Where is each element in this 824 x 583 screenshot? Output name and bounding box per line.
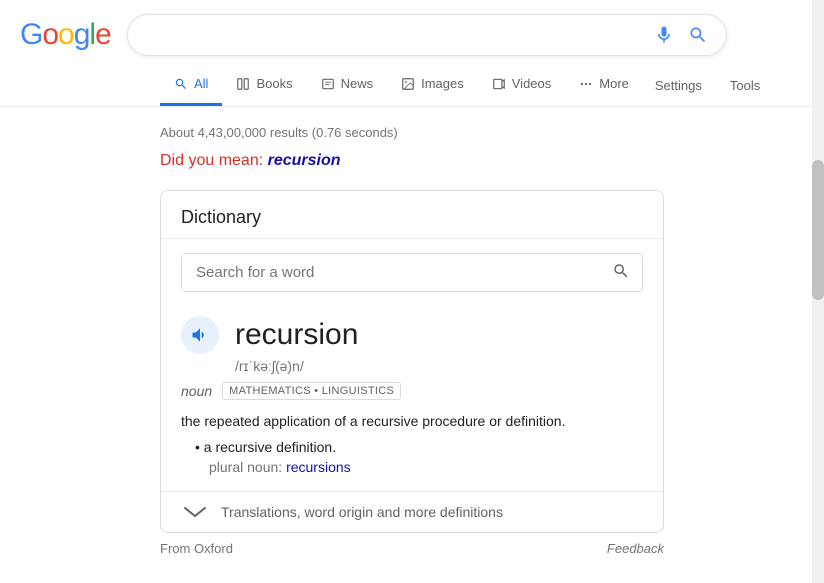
dictionary-search-row (181, 253, 643, 292)
search-input[interactable]: recursion (144, 26, 644, 44)
card-footer: From Oxford Feedback (160, 533, 664, 560)
nav-tabs: All Books News Images (0, 64, 824, 107)
tab-images-label: Images (421, 76, 464, 91)
tab-news-label: News (341, 76, 374, 91)
news-icon (321, 77, 335, 91)
audio-icon (190, 325, 210, 345)
dictionary-search-input[interactable] (182, 254, 600, 291)
tab-videos-label: Videos (512, 76, 552, 91)
plural-word-link[interactable]: recursions (286, 459, 351, 475)
google-logo[interactable]: G o o g l e (20, 18, 111, 52)
did-you-mean-link[interactable]: recursion (268, 152, 341, 169)
tools-button[interactable]: Tools (718, 68, 772, 103)
nav-right: Settings Tools (643, 68, 772, 103)
logo-e: e (95, 18, 111, 52)
results-area: About 4,43,00,000 results (0.76 seconds)… (0, 107, 824, 568)
dictionary-title: Dictionary (161, 191, 663, 239)
logo-g2: g (74, 18, 90, 52)
more-definitions-label: Translations, word origin and more defin… (221, 504, 503, 520)
tab-books[interactable]: Books (222, 64, 306, 106)
tab-books-label: Books (256, 76, 292, 91)
tab-more[interactable]: More (565, 64, 643, 106)
subject-tag: MATHEMATICS • LINGUISTICS (222, 382, 401, 400)
word-header: recursion (181, 316, 643, 354)
more-definitions-row[interactable]: Translations, word origin and more defin… (161, 491, 663, 532)
word-pos-row: noun MATHEMATICS • LINGUISTICS (181, 382, 643, 400)
dictionary-card: Dictionary recursion (160, 190, 664, 533)
did-you-mean-prefix: Did you mean: (160, 152, 263, 169)
tab-images[interactable]: Images (387, 64, 478, 106)
did-you-mean: Did you mean: recursion (160, 146, 664, 180)
tab-videos[interactable]: Videos (478, 64, 566, 106)
videos-icon (492, 77, 506, 91)
main-definition: the repeated application of a recursive … (181, 410, 643, 432)
more-dots-icon (579, 77, 593, 91)
tab-more-label: More (599, 76, 629, 91)
logo-o1: o (42, 18, 58, 52)
audio-button[interactable] (181, 316, 219, 354)
sub-definition: a recursive definition. (181, 436, 643, 458)
tab-news[interactable]: News (307, 64, 388, 106)
source-label: From Oxford (160, 541, 233, 556)
tab-all-label: All (194, 76, 208, 91)
search-bar-wrapper: recursion (127, 14, 727, 56)
word-title: recursion (235, 318, 358, 352)
search-tab-icon (174, 77, 188, 91)
scrollbar-thumb[interactable] (812, 160, 824, 300)
plural-label: plural noun: (209, 459, 282, 475)
mic-button[interactable] (652, 23, 676, 47)
feedback-link[interactable]: Feedback (607, 541, 664, 556)
images-icon (401, 77, 415, 91)
dictionary-search-button[interactable] (600, 254, 642, 291)
plural-note: plural noun: recursions (181, 459, 643, 475)
search-icons (652, 23, 710, 47)
search-button[interactable] (686, 23, 710, 47)
results-count: About 4,43,00,000 results (0.76 seconds) (160, 115, 664, 146)
books-icon (236, 77, 250, 91)
tab-all[interactable]: All (160, 64, 222, 106)
logo-g: G (20, 18, 42, 52)
logo-o2: o (58, 18, 74, 52)
word-entry: recursion /rɪˈkəːʃ(ə)n/ noun MATHEMATICS… (161, 306, 663, 491)
scrollbar[interactable] (812, 0, 824, 583)
pos-label: noun (181, 383, 212, 399)
dict-search-icon (612, 262, 630, 280)
chevron-down-icon (181, 504, 209, 520)
search-icon (688, 25, 708, 45)
settings-button[interactable]: Settings (643, 68, 714, 103)
header: G o o g l e recursion (0, 0, 824, 56)
search-bar: recursion (127, 14, 727, 56)
mic-icon (654, 25, 674, 45)
word-phonetic: /rɪˈkəːʃ(ə)n/ (181, 358, 643, 374)
